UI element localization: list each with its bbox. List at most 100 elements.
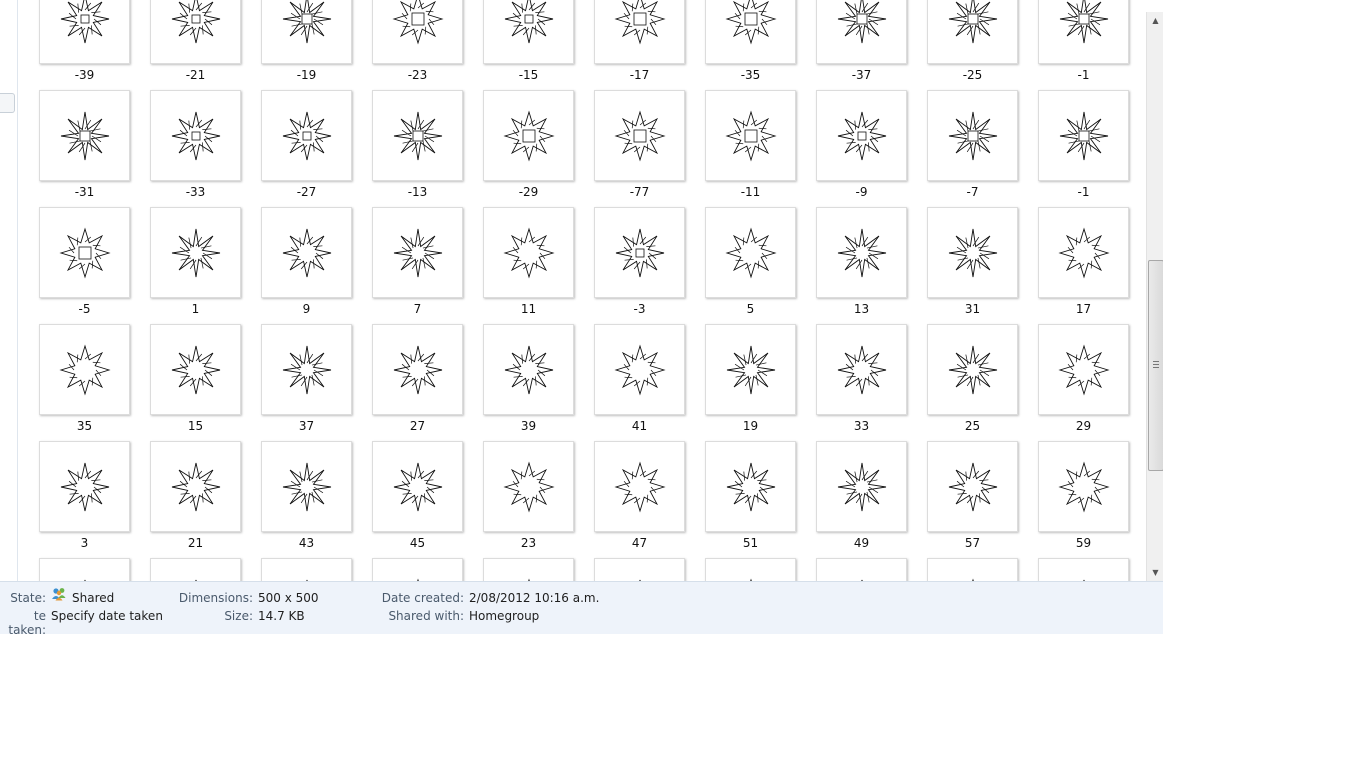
file-thumbnail-item[interactable]: 61 bbox=[251, 558, 362, 581]
file-name-label[interactable]: 37 bbox=[251, 419, 362, 433]
file-thumbnail-item[interactable]: 29 bbox=[1028, 324, 1139, 441]
thumbnail-image[interactable] bbox=[705, 207, 796, 298]
file-name-label[interactable]: 23 bbox=[473, 536, 584, 550]
file-name-label[interactable]: 35 bbox=[29, 419, 140, 433]
file-name-label[interactable]: 7 bbox=[362, 302, 473, 316]
file-name-label[interactable]: -21 bbox=[140, 68, 251, 82]
thumbnail-image[interactable] bbox=[594, 558, 685, 581]
file-thumbnail-item[interactable]: 81 bbox=[584, 558, 695, 581]
thumbnail-image[interactable] bbox=[372, 324, 463, 415]
file-name-label[interactable]: -15 bbox=[473, 68, 584, 82]
thumbnail-image[interactable] bbox=[705, 90, 796, 181]
thumbnail-image[interactable] bbox=[1038, 0, 1129, 64]
file-name-label[interactable]: 41 bbox=[584, 419, 695, 433]
file-thumbnail-item[interactable]: 25 bbox=[917, 324, 1028, 441]
file-thumbnail-item[interactable]: -31 bbox=[29, 90, 140, 207]
file-name-label[interactable]: 5 bbox=[695, 302, 806, 316]
file-name-label[interactable]: 31 bbox=[917, 302, 1028, 316]
file-name-label[interactable]: 43 bbox=[251, 536, 362, 550]
date-taken-value[interactable]: Specify date taken bbox=[51, 609, 163, 623]
file-name-label[interactable]: 13 bbox=[806, 302, 917, 316]
thumbnail-image[interactable] bbox=[39, 207, 130, 298]
file-name-label[interactable]: 1 bbox=[140, 302, 251, 316]
file-name-label[interactable]: 25 bbox=[917, 419, 1028, 433]
file-name-label[interactable]: -13 bbox=[362, 185, 473, 199]
thumbnail-image[interactable] bbox=[261, 0, 352, 64]
file-thumbnail-item[interactable]: -77 bbox=[584, 90, 695, 207]
file-thumbnail-item[interactable]: -5 bbox=[29, 207, 140, 324]
file-thumbnail-item[interactable]: -37 bbox=[806, 0, 917, 90]
file-name-label[interactable]: -17 bbox=[584, 68, 695, 82]
thumbnail-image[interactable] bbox=[927, 558, 1018, 581]
thumbnail-image[interactable] bbox=[705, 324, 796, 415]
file-name-label[interactable]: 11 bbox=[473, 302, 584, 316]
thumbnail-image[interactable] bbox=[39, 441, 130, 532]
file-thumbnail-item[interactable]: 9 bbox=[251, 207, 362, 324]
thumbnail-image[interactable] bbox=[816, 558, 907, 581]
file-thumbnail-item[interactable]: -39 bbox=[29, 0, 140, 90]
file-name-label[interactable]: 9 bbox=[251, 302, 362, 316]
file-name-label[interactable]: 33 bbox=[806, 419, 917, 433]
thumbnail-image[interactable] bbox=[1038, 207, 1129, 298]
file-thumbnail-item[interactable]: -13 bbox=[362, 90, 473, 207]
file-thumbnail-item[interactable]: 3 bbox=[29, 441, 140, 558]
file-thumbnail-item[interactable]: 15 bbox=[140, 324, 251, 441]
file-name-label[interactable]: -27 bbox=[251, 185, 362, 199]
file-thumbnail-item[interactable]: -7 bbox=[917, 90, 1028, 207]
file-name-label[interactable]: 3 bbox=[29, 536, 140, 550]
thumbnail-image[interactable] bbox=[372, 441, 463, 532]
file-thumbnail-item[interactable]: -33 bbox=[140, 90, 251, 207]
file-name-label[interactable]: 49 bbox=[806, 536, 917, 550]
thumbnail-image[interactable] bbox=[816, 324, 907, 415]
file-name-label[interactable]: -39 bbox=[29, 68, 140, 82]
thumbnail-image[interactable] bbox=[594, 324, 685, 415]
file-name-label[interactable]: 19 bbox=[695, 419, 806, 433]
file-thumbnail-item[interactable]: 27 bbox=[362, 324, 473, 441]
file-thumbnail-item[interactable]: -15 bbox=[473, 0, 584, 90]
file-thumbnail-item[interactable]: 89 bbox=[917, 558, 1028, 581]
thumbnail-image[interactable] bbox=[261, 558, 352, 581]
thumbnail-image[interactable] bbox=[816, 90, 907, 181]
file-name-label[interactable]: 17 bbox=[1028, 302, 1139, 316]
file-name-label[interactable]: 21 bbox=[140, 536, 251, 550]
thumbnail-image[interactable] bbox=[816, 441, 907, 532]
file-thumbnail-item[interactable]: 43 bbox=[251, 441, 362, 558]
file-thumbnail-item[interactable]: -17 bbox=[584, 0, 695, 90]
file-name-label[interactable]: -7 bbox=[917, 185, 1028, 199]
file-thumbnail-item[interactable]: 5 bbox=[695, 207, 806, 324]
scrollbar-thumb[interactable] bbox=[1148, 260, 1163, 471]
scroll-down-button[interactable]: ▼ bbox=[1147, 564, 1163, 581]
file-thumbnail-item[interactable]: 23 bbox=[473, 441, 584, 558]
file-thumbnail-item[interactable]: -21 bbox=[140, 0, 251, 90]
thumbnail-image[interactable] bbox=[150, 558, 241, 581]
thumbnail-image[interactable] bbox=[816, 0, 907, 64]
file-thumbnail-item[interactable]: -1 bbox=[1028, 0, 1139, 90]
file-name-label[interactable]: -35 bbox=[695, 68, 806, 82]
thumbnail-image[interactable] bbox=[927, 207, 1018, 298]
file-name-label[interactable]: -37 bbox=[806, 68, 917, 82]
thumbnail-image[interactable] bbox=[483, 441, 574, 532]
file-thumbnail-item[interactable]: 51 bbox=[695, 441, 806, 558]
file-name-label[interactable]: 47 bbox=[584, 536, 695, 550]
file-thumbnail-item[interactable]: 13 bbox=[806, 207, 917, 324]
file-thumbnail-item[interactable]: 1 bbox=[140, 207, 251, 324]
file-name-label[interactable]: -3 bbox=[584, 302, 695, 316]
file-thumbnail-item[interactable]: 19 bbox=[695, 324, 806, 441]
thumbnail-image[interactable] bbox=[483, 207, 574, 298]
file-name-label[interactable]: -5 bbox=[29, 302, 140, 316]
thumbnail-image[interactable] bbox=[705, 441, 796, 532]
file-thumbnail-item[interactable]: -25 bbox=[917, 0, 1028, 90]
file-thumbnail-item[interactable]: 17 bbox=[1028, 207, 1139, 324]
file-thumbnail-item[interactable]: 41 bbox=[584, 324, 695, 441]
thumbnail-image[interactable] bbox=[39, 324, 130, 415]
thumbnail-image[interactable] bbox=[261, 441, 352, 532]
file-name-label[interactable]: -77 bbox=[584, 185, 695, 199]
file-thumbnail-item[interactable]: 7 bbox=[362, 207, 473, 324]
file-thumbnail-item[interactable]: 59 bbox=[1028, 441, 1139, 558]
file-thumbnail-item[interactable]: 87 bbox=[806, 558, 917, 581]
file-thumbnail-item[interactable]: 21 bbox=[140, 441, 251, 558]
file-thumbnail-item[interactable]: -23 bbox=[362, 0, 473, 90]
thumbnail-image[interactable] bbox=[483, 0, 574, 64]
thumbnail-image[interactable] bbox=[150, 441, 241, 532]
file-name-label[interactable]: -9 bbox=[806, 185, 917, 199]
